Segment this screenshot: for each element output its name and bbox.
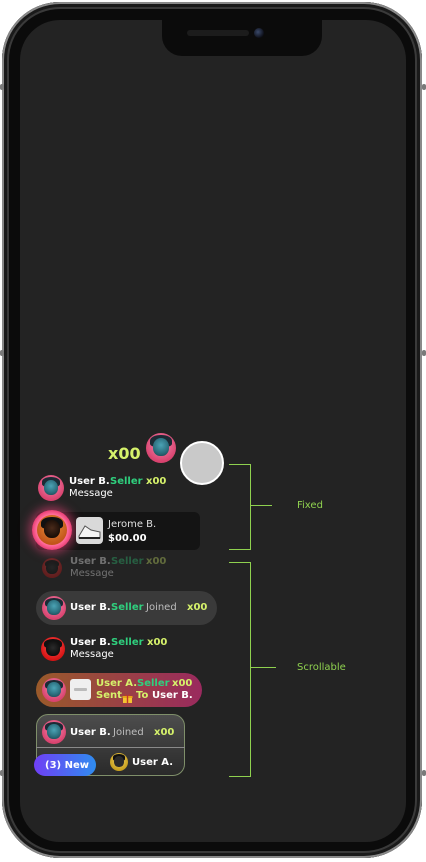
host-count: x00 — [108, 444, 141, 463]
fixed-label: Fixed — [297, 500, 323, 511]
to-text: To — [136, 690, 149, 701]
fixed-bracket-tick — [250, 505, 272, 506]
product-thumbnail[interactable] — [76, 517, 103, 544]
phone-side-button — [0, 84, 4, 90]
avatar[interactable] — [41, 637, 65, 661]
sneaker-icon — [78, 525, 101, 539]
fixed-bracket — [229, 464, 251, 550]
phone-side-button — [422, 84, 426, 90]
role-badge: Seller — [111, 556, 144, 567]
joined-text: Joined — [146, 602, 177, 613]
avatar[interactable] — [42, 678, 66, 702]
message-user[interactable]: User B. — [69, 476, 110, 487]
avatar[interactable] — [42, 596, 66, 620]
avatar[interactable] — [42, 720, 66, 744]
sent-text: Sent — [96, 690, 122, 701]
message-text: Message — [69, 488, 113, 499]
product-price: $00.00 — [108, 533, 147, 544]
phone-side-button — [422, 350, 426, 356]
phone-side-button — [422, 770, 426, 776]
message-user[interactable]: User A. — [132, 757, 173, 768]
gift-count: x00 — [147, 637, 168, 648]
message-text: Message — [70, 649, 114, 660]
role-badge: Seller — [137, 678, 170, 689]
message-user[interactable]: User B. — [70, 602, 111, 613]
faded-message: User B. Seller x00 Message — [36, 552, 196, 582]
gift-thumbnail — [70, 679, 91, 700]
message-user[interactable]: User B. — [70, 727, 111, 738]
scrollable-label: Scrollable — [297, 662, 346, 673]
phone-side-button — [0, 770, 4, 776]
role-badge: Seller — [111, 637, 144, 648]
avatar[interactable] — [38, 475, 64, 501]
notch — [162, 20, 322, 56]
gift-count: x00 — [187, 602, 208, 613]
front-camera — [254, 28, 264, 38]
divider — [36, 747, 185, 748]
gift-count: x00 — [146, 556, 167, 567]
gift-count: x00 — [172, 678, 193, 689]
avatar[interactable] — [110, 753, 128, 771]
phone-side-button — [0, 350, 4, 356]
scrollable-bracket — [229, 562, 251, 777]
gift-count: x00 — [146, 476, 167, 487]
record-button[interactable] — [180, 441, 224, 485]
message-user[interactable]: User B. — [70, 637, 111, 648]
avatar — [42, 558, 62, 578]
product-name: Jerome B. — [108, 519, 157, 530]
recipient-user[interactable]: User B. — [152, 690, 193, 701]
scrollable-bracket-tick — [250, 667, 276, 668]
speaker-grille — [187, 30, 249, 36]
joined-text: Joined — [113, 727, 144, 738]
message-user: User B. — [70, 556, 111, 567]
role-badge: Seller — [110, 476, 143, 487]
host-avatar[interactable] — [146, 433, 176, 463]
message-text: Message — [70, 568, 114, 579]
new-messages-label[interactable]: (3) New — [45, 760, 89, 771]
role-badge: Seller — [111, 602, 144, 613]
gift-icon — [122, 689, 133, 703]
gift-count: x00 — [154, 727, 175, 738]
message-user[interactable]: User A. — [96, 678, 137, 689]
seller-avatar[interactable] — [37, 515, 67, 545]
